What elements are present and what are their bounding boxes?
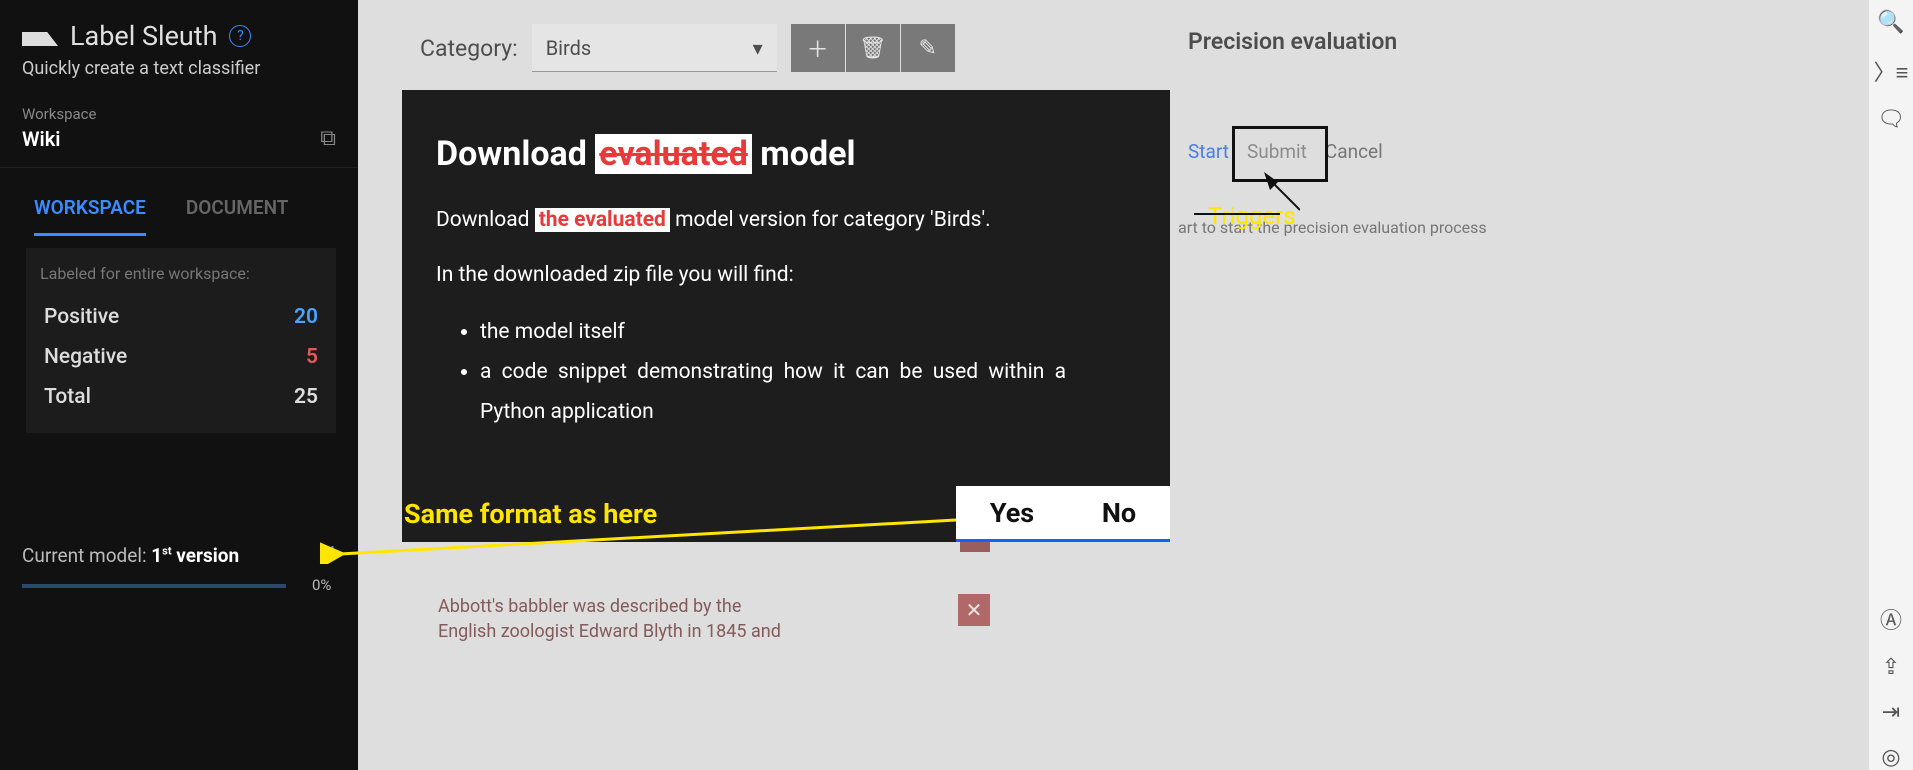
modal-p1: Download the evaluated model version for…: [436, 204, 1136, 237]
modal-buttons: Yes No: [956, 486, 1170, 542]
current-model-row: Current model: 1st version ⭳: [22, 538, 336, 572]
modal-li1: the model itself: [480, 313, 1136, 353]
workspace-switch-icon[interactable]: ⧉: [320, 126, 336, 151]
search-icon[interactable]: 🔍: [1877, 10, 1904, 35]
annotation-same-format-label: Same format as here: [404, 498, 657, 530]
modal-li2: a code snippet demonstrating how it can …: [480, 353, 1136, 433]
share-icon[interactable]: ⇪: [1882, 655, 1900, 680]
stat-total-value: 25: [294, 385, 318, 409]
workspace-row: Workspace Wiki ⧉: [0, 97, 358, 168]
font-icon[interactable]: Ⓐ: [1880, 603, 1902, 635]
tab-document[interactable]: DOCUMENT: [186, 196, 289, 236]
model-version-num: 1: [151, 544, 162, 567]
model-progress-pct: 0%: [312, 576, 331, 594]
export-icon[interactable]: ⇥: [1882, 700, 1900, 725]
workspace-name: Wiki: [22, 127, 96, 151]
modal-p2: In the downloaded zip file you will find…: [436, 259, 1136, 292]
yes-button[interactable]: Yes: [990, 497, 1034, 529]
annotation-triggers-label: Triggers: [1208, 202, 1296, 230]
stat-positive-value: 20: [294, 305, 318, 329]
annotation-submit-box: [1232, 126, 1328, 182]
model-ord: st: [162, 544, 171, 557]
sidebar: Label Sleuth ? Quickly create a text cla…: [0, 0, 358, 770]
stats-heading: Labeled for entire workspace:: [40, 264, 322, 283]
help-icon[interactable]: ?: [229, 25, 251, 47]
model-prefix: Current model:: [22, 544, 151, 567]
modal-title: Download evaluated model: [436, 134, 1136, 174]
logo-icon: [22, 26, 58, 46]
model-suffix: version: [172, 544, 240, 567]
stat-positive-label: Positive: [44, 305, 119, 329]
no-button[interactable]: No: [1102, 497, 1136, 529]
download-model-dialog: Download evaluated model Download the ev…: [402, 90, 1170, 542]
stats-box: Labeled for entire workspace: Positive 2…: [26, 248, 336, 433]
download-model-icon[interactable]: ⭳: [329, 538, 336, 572]
tab-workspace[interactable]: WORKSPACE: [34, 196, 146, 236]
sidebar-tabs: WORKSPACE DOCUMENT: [0, 168, 358, 236]
app-title: Label Sleuth: [70, 20, 217, 52]
app-tagline: Quickly create a text classifier: [0, 58, 358, 97]
target-icon[interactable]: ◎: [1881, 745, 1900, 770]
stat-negative-label: Negative: [44, 345, 127, 369]
comment-icon[interactable]: 🗨: [1877, 107, 1905, 132]
app-header: Label Sleuth ?: [0, 0, 358, 58]
modal-list: the model itself a code snippet demonstr…: [480, 313, 1136, 433]
stat-total-label: Total: [44, 385, 91, 409]
recommend-icon[interactable]: 〉≡: [1874, 55, 1909, 87]
right-toolbar: 🔍 〉≡ 🗨 Ⓐ ⇪ ⇥ ◎: [1869, 0, 1913, 770]
workspace-label: Workspace: [22, 105, 96, 123]
model-progress-bar: [22, 584, 286, 588]
stat-negative-value: 5: [306, 345, 318, 369]
